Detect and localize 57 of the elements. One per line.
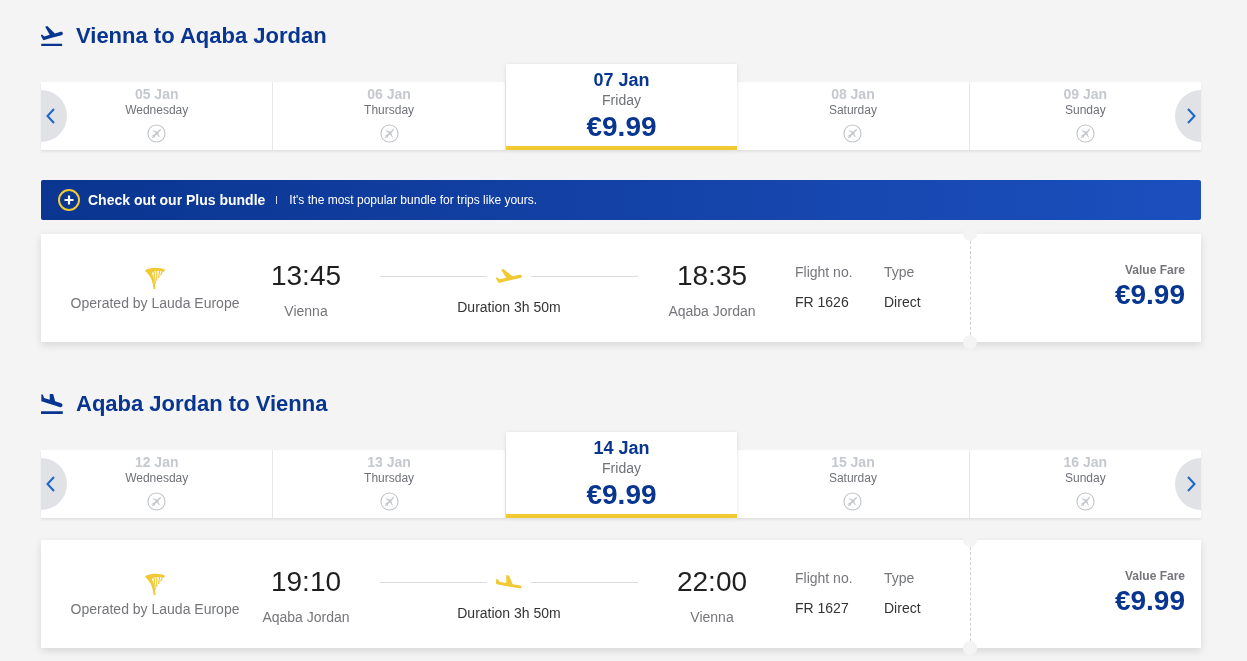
departure-time: 13:45 [270,259,342,293]
date-tab[interactable]: 07 Jan Friday €9.99 [505,64,738,150]
date-tab[interactable]: 06 Jan Thursday [273,82,506,150]
date-tab[interactable]: 13 Jan Thursday [273,450,506,518]
promo-text: It's the most popular bundle for trips like yours. [289,192,538,208]
no-flight-icon [379,492,399,511]
fare-price: €9.99 [1114,278,1185,312]
date-tab[interactable]: 09 Jan Sunday [969,82,1202,150]
no-flight-icon [147,492,167,511]
fare-price: €9.99 [1114,584,1185,618]
flight-type: Direct [884,599,921,618]
departure-city: Aqaba Jordan [262,608,350,627]
flight-number: FR 1626 [795,293,849,312]
plane-takeoff-icon [41,26,63,46]
arrival-time: 18:35 [676,259,748,293]
flight-number: FR 1627 [795,599,849,618]
no-flight-icon [1075,124,1095,143]
no-flight-icon [843,492,863,511]
plane-icon [496,575,522,589]
duration-label: Duration 3h 50m [457,604,561,623]
flight-number-label: Flight no. [795,263,853,282]
plane-landing-icon [41,394,63,414]
flight-number-label: Flight no. [795,569,853,588]
flight-type-label: Type [884,569,915,588]
no-flight-icon [379,124,399,143]
no-flight-icon [1075,492,1095,511]
departure-time: 19:10 [270,565,342,599]
chevron-right-icon [1187,476,1196,492]
plus-circle-icon [58,189,80,211]
departure-city: Vienna [284,302,328,321]
chevron-left-icon [46,108,55,124]
operator-label: Operated by Lauda Europe [70,294,240,313]
harp-icon [144,266,166,290]
date-tab[interactable]: 05 Jan Wednesday [41,82,274,150]
chevron-right-icon [1187,108,1196,124]
harp-icon [144,572,166,596]
date-tab[interactable]: 14 Jan Friday €9.99 [505,432,738,518]
route-title: Aqaba Jordan to Vienna [76,390,328,418]
operator-label: Operated by Lauda Europe [70,600,240,619]
fare-name: Value Fare [1124,568,1185,584]
arrival-time: 22:00 [676,565,748,599]
date-tab[interactable]: 08 Jan Saturday [737,82,970,150]
arrival-city: Vienna [690,608,734,627]
flight-type: Direct [884,293,921,312]
route-title: Vienna to Aqaba Jordan [76,22,327,50]
date-tab[interactable]: 15 Jan Saturday [737,450,970,518]
duration-label: Duration 3h 50m [457,298,561,317]
plane-icon [496,269,522,283]
arrival-city: Aqaba Jordan [668,302,756,321]
date-tab[interactable]: 12 Jan Wednesday [41,450,274,518]
date-tab[interactable]: 16 Jan Sunday [969,450,1202,518]
promo-title: Check out our Plus bundle [88,191,266,209]
no-flight-icon [147,124,167,143]
chevron-left-icon [46,476,55,492]
no-flight-icon [843,124,863,143]
fare-name: Value Fare [1124,262,1185,278]
flight-type-label: Type [884,263,915,282]
